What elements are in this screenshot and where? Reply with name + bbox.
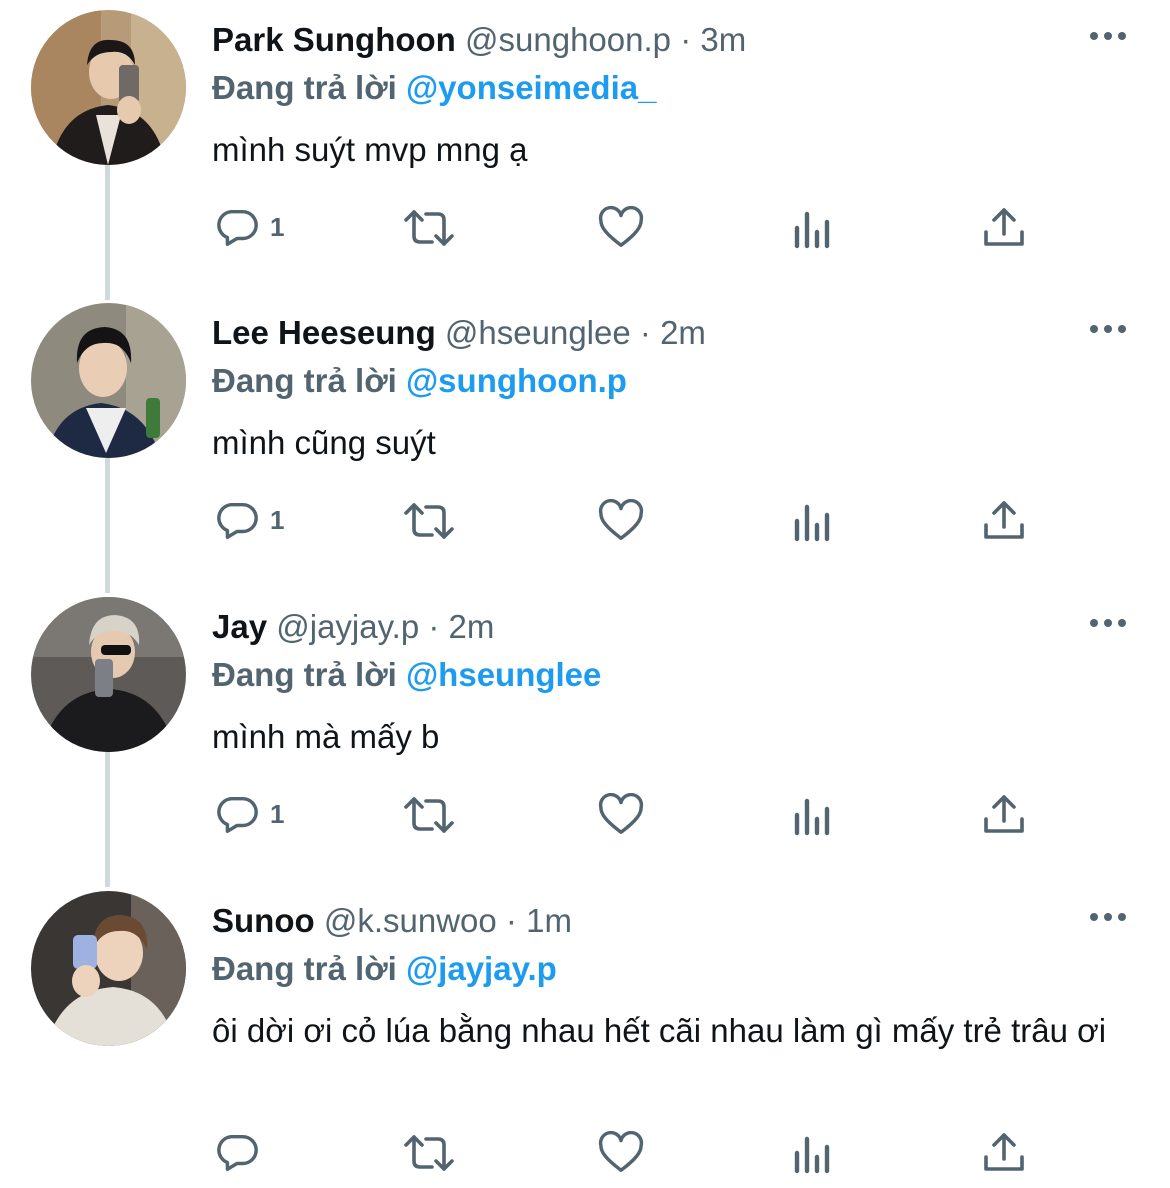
display-name[interactable]: Lee Heeseung (212, 314, 436, 351)
reply-button[interactable]: 1 (214, 204, 284, 250)
more-icon[interactable] (1088, 905, 1128, 929)
replying-to: Đang trả lời @sunghoon.p (212, 359, 627, 403)
replying-to-label: Đang trả lời (212, 950, 397, 987)
tweet-text: mình suýt mvp mng ạ (212, 131, 528, 168)
tweet-header: Sunoo @k.sunwoo · 1m (212, 899, 1070, 943)
timestamp[interactable]: 3m (700, 21, 746, 58)
handle[interactable]: @hseunglee (445, 314, 631, 351)
views-icon (794, 504, 830, 542)
retweet-icon (404, 503, 454, 539)
reply-icon (217, 796, 258, 833)
handle[interactable]: @sunghoon.p (465, 21, 671, 58)
retweet-button[interactable] (400, 793, 458, 837)
tweet[interactable]: Lee Heeseung @hseunglee · 2m Đang trả lờ… (0, 303, 1170, 588)
tweet[interactable]: Sunoo @k.sunwoo · 1m Đang trả lời @jayja… (0, 891, 1170, 1181)
mention-link[interactable]: @hseunglee (406, 656, 601, 693)
replying-to-label: Đang trả lời (212, 656, 397, 693)
like-icon (598, 1131, 644, 1172)
views-icon (794, 798, 830, 836)
share-icon (984, 501, 1024, 539)
replying-to: Đang trả lời @yonseimedia_ (212, 66, 656, 110)
avatar[interactable] (31, 597, 186, 752)
share-icon (984, 795, 1024, 833)
separator-dot: · (505, 902, 517, 939)
like-icon (598, 206, 644, 247)
share-button[interactable] (982, 206, 1026, 250)
replying-to: Đang trả lời @hseunglee (212, 653, 601, 697)
tweet-header: Park Sunghoon @sunghoon.p · 3m (212, 18, 1070, 62)
timestamp[interactable]: 1m (526, 902, 572, 939)
avatar-photo (31, 303, 186, 458)
reply-icon (217, 1134, 258, 1171)
mention-link[interactable]: @jayjay.p (406, 950, 557, 987)
replying-to-label: Đang trả lời (212, 69, 397, 106)
tweet[interactable]: Jay @jayjay.p · 2m Đang trả lời @hseungl… (0, 597, 1170, 882)
separator-dot: · (428, 608, 440, 645)
like-icon (598, 793, 644, 834)
tweet-header: Jay @jayjay.p · 2m (212, 605, 1070, 649)
reply-count: 1 (270, 798, 285, 829)
reply-icon (217, 209, 258, 246)
reply-count: 1 (270, 211, 285, 242)
display-name[interactable]: Park Sunghoon (212, 21, 456, 58)
reply-button[interactable] (214, 1129, 270, 1175)
mention-link[interactable]: @sunghoon.p (406, 362, 627, 399)
share-button[interactable] (982, 1131, 1026, 1175)
replying-to-label: Đang trả lời (212, 362, 397, 399)
like-button[interactable] (598, 206, 644, 250)
avatar[interactable] (31, 10, 186, 165)
like-button[interactable] (598, 1131, 644, 1175)
timestamp[interactable]: 2m (449, 608, 495, 645)
tweet-text: ôi dời ơi cỏ lúa bằng nhau hết cãi nhau … (212, 1012, 1107, 1049)
retweet-icon (404, 210, 454, 246)
retweet-button[interactable] (400, 499, 458, 543)
display-name[interactable]: Sunoo (212, 902, 315, 939)
views-button[interactable] (793, 1135, 833, 1175)
like-button[interactable] (598, 499, 644, 543)
handle[interactable]: @jayjay.p (276, 608, 419, 645)
separator-dot: · (680, 21, 692, 58)
more-icon[interactable] (1088, 317, 1128, 341)
handle[interactable]: @k.sunwoo (324, 902, 497, 939)
tweet-text: mình cũng suýt (212, 424, 436, 461)
like-button[interactable] (598, 793, 644, 837)
reply-button[interactable]: 1 (214, 791, 284, 837)
reply-count: 1 (270, 504, 285, 535)
share-icon (984, 1133, 1024, 1171)
tweet-header: Lee Heeseung @hseunglee · 2m (212, 311, 1070, 355)
replying-to: Đang trả lời @jayjay.p (212, 947, 557, 991)
views-icon (794, 1136, 830, 1174)
retweet-button[interactable] (400, 206, 458, 250)
reply-button[interactable]: 1 (214, 497, 284, 543)
tweet-text: mình mà mấy b (212, 718, 440, 755)
views-button[interactable] (793, 797, 833, 837)
like-icon (598, 499, 644, 540)
views-button[interactable] (793, 210, 833, 250)
share-button[interactable] (982, 793, 1026, 837)
display-name[interactable]: Jay (212, 608, 267, 645)
retweet-icon (404, 1135, 454, 1171)
more-icon[interactable] (1088, 24, 1128, 48)
retweet-button[interactable] (400, 1131, 458, 1175)
timestamp[interactable]: 2m (660, 314, 706, 351)
tweet[interactable]: Park Sunghoon @sunghoon.p · 3m Đang trả … (0, 10, 1170, 295)
mention-link[interactable]: @yonseimedia_ (406, 69, 656, 106)
share-icon (984, 208, 1024, 246)
avatar[interactable] (31, 891, 186, 1046)
views-button[interactable] (793, 503, 833, 543)
views-icon (794, 211, 830, 249)
avatar-photo (31, 891, 186, 1046)
more-icon[interactable] (1088, 611, 1128, 635)
separator-dot: · (639, 314, 651, 351)
avatar[interactable] (31, 303, 186, 458)
avatar-photo (31, 597, 186, 752)
reply-icon (217, 502, 258, 539)
avatar-photo (31, 10, 186, 165)
share-button[interactable] (982, 499, 1026, 543)
retweet-icon (404, 797, 454, 833)
